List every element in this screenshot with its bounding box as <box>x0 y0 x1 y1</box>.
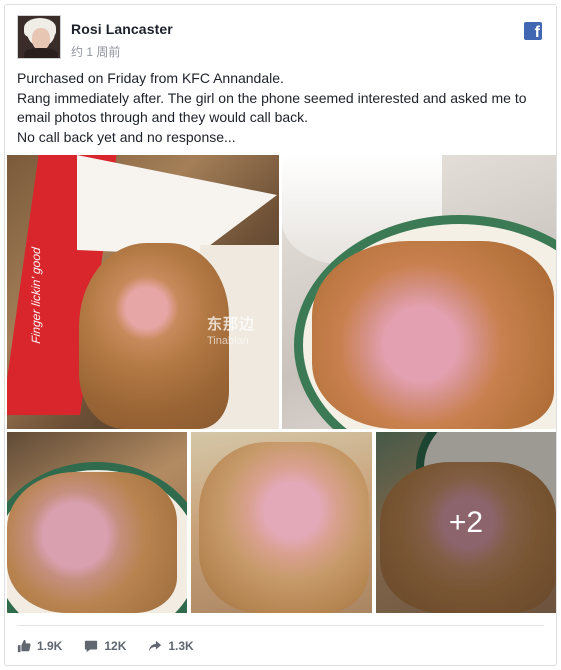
post-photo-1[interactable]: Finger lickin' good 东那边 Tinabian <box>7 155 279 429</box>
like-icon <box>17 639 31 653</box>
post-photo-4[interactable] <box>191 432 372 613</box>
likes-stat[interactable]: 1.9K <box>17 639 62 653</box>
post-text-line: Rang immediately after. The girl on the … <box>17 89 527 106</box>
avatar-shoulder <box>24 48 58 58</box>
post-photo-2[interactable] <box>282 155 556 429</box>
more-photos-count[interactable]: +2 <box>376 506 556 540</box>
undercooked-chicken <box>312 241 554 429</box>
comments-count: 12K <box>104 639 127 653</box>
post-stats-bar: 1.9K 12K 1.3K <box>17 635 216 657</box>
post-timestamp[interactable]: 约 1 周前 <box>71 43 120 60</box>
avatar-face <box>32 28 50 50</box>
likes-count: 1.9K <box>37 639 63 653</box>
comments-stat[interactable]: 12K <box>84 639 126 653</box>
share-icon <box>149 640 162 652</box>
author-name[interactable]: Rosi Lancaster <box>71 21 173 37</box>
post-photo-3[interactable] <box>7 432 187 613</box>
kfc-box-lid <box>77 155 277 255</box>
post-text-line: Purchased on Friday from KFC Annandale. <box>17 70 284 86</box>
author-avatar[interactable] <box>17 15 61 59</box>
facebook-logo-icon[interactable]: f <box>524 22 542 40</box>
shares-count: 1.3K <box>168 639 194 653</box>
post-photo-5[interactable]: +2 <box>376 432 556 613</box>
box-print-text: Finger lickin' good <box>29 246 43 345</box>
footer-divider <box>17 625 544 626</box>
shares-stat[interactable]: 1.3K <box>148 639 194 653</box>
undercooked-chicken <box>199 442 369 613</box>
comment-icon <box>85 640 98 653</box>
post-text-line: email photos through and they would call… <box>17 109 309 125</box>
facebook-post-card: Rosi Lancaster 约 1 周前 f Purchased on Fri… <box>4 4 557 666</box>
post-text: Purchased on Friday from KFC Annandale. … <box>17 69 547 147</box>
post-header: Rosi Lancaster 约 1 周前 f <box>17 15 544 63</box>
undercooked-chicken <box>7 472 177 613</box>
photo-watermark: 东那边 <box>207 316 256 333</box>
post-text-line: No call back yet and no response... <box>17 128 236 145</box>
photo-watermark-sub: Tinabian <box>207 335 249 347</box>
